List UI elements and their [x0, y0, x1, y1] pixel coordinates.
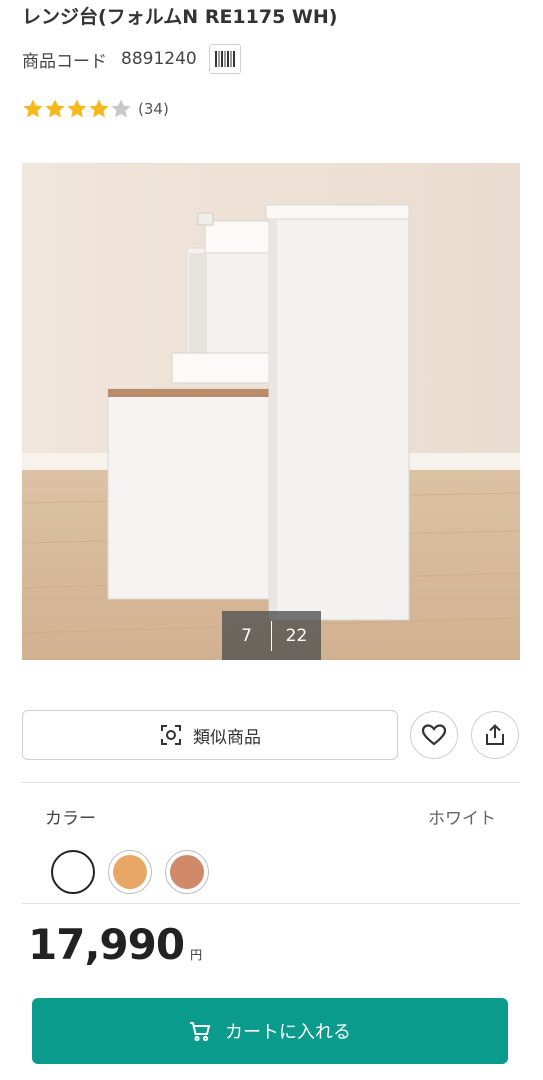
similar-products-button[interactable]: 類似商品 [22, 710, 398, 760]
color-swatch-fill [170, 855, 204, 889]
price-amount: 17,990 [28, 920, 185, 969]
add-to-cart-label: カートに入れる [225, 1022, 351, 1043]
star-filled-icon [23, 99, 43, 118]
divider [22, 903, 520, 904]
color-swatch-fill [56, 855, 90, 889]
rating-stars [22, 98, 132, 120]
image-counter-current: 7 [241, 625, 252, 646]
share-button[interactable] [471, 711, 519, 759]
star-empty-icon [111, 99, 131, 118]
color-swatch-fill [113, 855, 147, 889]
color-swatch[interactable] [165, 850, 209, 894]
star-filled-icon [67, 99, 87, 118]
divider [22, 782, 520, 783]
color-swatch[interactable] [51, 850, 95, 894]
image-search-icon [159, 723, 183, 747]
product-code-row: 商品コード 8891240 [22, 44, 241, 74]
barcode-icon [214, 51, 235, 67]
favorite-button[interactable] [410, 711, 458, 759]
color-selected-name: ホワイト [428, 809, 496, 829]
share-icon [486, 724, 504, 745]
price-row: 17,990 円 [28, 920, 202, 969]
color-label: カラー [45, 809, 96, 829]
product-code-value: 8891240 [121, 49, 197, 69]
image-counter: 7 22 [222, 611, 321, 660]
barcode-button[interactable] [208, 44, 241, 74]
rating-row[interactable]: (34) [22, 97, 169, 121]
image-counter-total: 22 [285, 625, 308, 646]
review-count[interactable]: (34) [138, 100, 169, 118]
star-filled-icon [89, 99, 109, 118]
star-filled-icon [45, 99, 65, 118]
color-swatch[interactable] [108, 850, 152, 894]
product-photo [22, 163, 520, 660]
add-to-cart-button[interactable]: カートに入れる [32, 998, 508, 1064]
color-swatch-list [51, 850, 209, 894]
product-code-label: 商品コード [22, 51, 107, 72]
product-image-gallery[interactable]: 7 22 [22, 163, 520, 660]
price-unit: 円 [190, 948, 203, 962]
cart-icon [189, 1020, 211, 1042]
similar-products-label: 類似商品 [193, 727, 261, 748]
product-title: レンジ台(フォルムN RE1175 WH) [22, 6, 338, 28]
heart-icon [421, 724, 447, 746]
